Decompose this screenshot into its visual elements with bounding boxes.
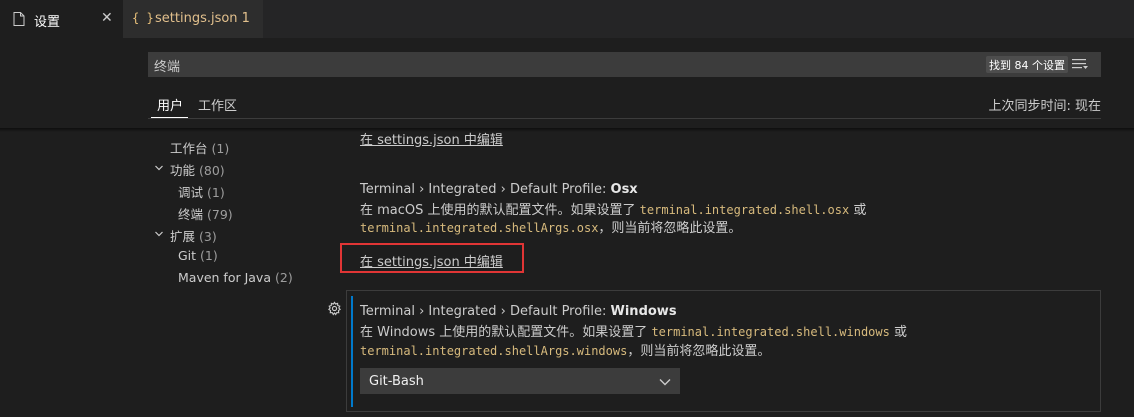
setting-description-windows-2: terminal.integrated.shellArgs.windows，则当… bbox=[360, 342, 770, 361]
toc-label: 调试 bbox=[178, 185, 204, 200]
toc-count: (1) bbox=[211, 141, 230, 156]
toc-item-workbench[interactable]: 工作台 (1) bbox=[170, 138, 229, 157]
close-icon[interactable]: ✕ bbox=[101, 10, 113, 26]
toc-count: (3) bbox=[199, 229, 217, 244]
description-text: 或 bbox=[889, 325, 907, 340]
toc-item-debug[interactable]: 调试 (1) bbox=[178, 182, 225, 201]
chevron-down-icon bbox=[659, 379, 671, 386]
tab-settings[interactable]: 设置 ✕ bbox=[0, 0, 123, 38]
toc-count: (80) bbox=[199, 163, 225, 178]
code-reference[interactable]: terminal.integrated.shellArgs.windows bbox=[360, 344, 627, 358]
setting-title-osx: Terminal › Integrated › Default Profile:… bbox=[360, 182, 638, 197]
search-result-count-badge: 找到 84 个设置 bbox=[986, 56, 1068, 73]
toc-label: 终端 bbox=[178, 207, 204, 222]
json-icon: { } bbox=[132, 11, 154, 25]
tab-settings-label: 设置 bbox=[34, 15, 61, 30]
setting-description-osx-2: terminal.integrated.shellArgs.osx，则当前将忽略… bbox=[360, 219, 741, 238]
toc-count: (2) bbox=[274, 270, 293, 285]
description-text: ，则当前将忽略此设置。 bbox=[627, 344, 771, 359]
toc-label: 扩展 bbox=[170, 229, 196, 244]
default-profile-windows-select[interactable]: Git-Bash bbox=[360, 368, 680, 394]
toc-item-git[interactable]: Git (1) bbox=[178, 248, 218, 263]
description-text: 在 Windows 上使用的默认配置文件。如果设置了 bbox=[360, 325, 652, 340]
setting-category: Terminal › Integrated › Default Profile: bbox=[360, 182, 611, 197]
tab-settings-json[interactable]: { } settings.json 1 bbox=[123, 0, 263, 38]
toc-item-terminal[interactable]: 终端 (79) bbox=[178, 204, 233, 223]
setting-description-osx: 在 macOS 上使用的默认配置文件。如果设置了 terminal.integr… bbox=[360, 201, 866, 220]
tab-settings-json-label: settings.json 1 bbox=[155, 11, 250, 26]
focus-indicator bbox=[351, 296, 353, 407]
setting-category: Terminal › Integrated › Default Profile: bbox=[360, 304, 611, 319]
code-reference[interactable]: terminal.integrated.shell.osx bbox=[640, 203, 850, 217]
toc-count: (79) bbox=[207, 207, 233, 222]
code-reference[interactable]: terminal.integrated.shellArgs.osx bbox=[360, 221, 598, 235]
tab-user[interactable]: 用户 bbox=[157, 95, 183, 114]
annotation-highlight-box bbox=[340, 243, 524, 273]
description-text: 或 bbox=[849, 203, 867, 218]
code-reference[interactable]: terminal.integrated.shell.windows bbox=[651, 325, 889, 339]
description-text: ，则当前将忽略此设置。 bbox=[598, 221, 742, 236]
sync-status: 上次同步时间: 现在 bbox=[988, 99, 1101, 114]
editor-tab-bar: 设置 ✕ { } settings.json 1 bbox=[0, 0, 1134, 38]
settings-search-input[interactable]: 终端 找到 84 个设置 bbox=[148, 52, 1101, 77]
chevron-down-icon[interactable] bbox=[154, 229, 164, 239]
toc-label: 工作台 bbox=[170, 141, 208, 156]
toc-label: Git bbox=[178, 248, 197, 263]
toc-item-features[interactable]: 功能 (80) bbox=[170, 160, 225, 179]
toc-item-extensions[interactable]: 扩展 (3) bbox=[170, 226, 217, 245]
chevron-down-icon[interactable] bbox=[154, 163, 164, 173]
header-shadow bbox=[0, 128, 1134, 132]
filter-icon[interactable] bbox=[1072, 58, 1088, 70]
toc-count: (1) bbox=[207, 185, 225, 200]
setting-description-windows: 在 Windows 上使用的默认配置文件。如果设置了 terminal.inte… bbox=[360, 323, 907, 342]
toc-label: 功能 bbox=[170, 163, 196, 178]
setting-title-windows: Terminal › Integrated › Default Profile:… bbox=[360, 304, 677, 319]
tab-workspace[interactable]: 工作区 bbox=[198, 95, 237, 114]
file-icon bbox=[13, 12, 25, 26]
setting-name: Osx bbox=[610, 182, 638, 197]
description-text: 在 macOS 上使用的默认配置文件。如果设置了 bbox=[360, 203, 640, 218]
select-value: Git-Bash bbox=[369, 374, 424, 389]
setting-name: Windows bbox=[610, 304, 677, 319]
toc-count: (1) bbox=[200, 248, 218, 263]
header-divider bbox=[148, 118, 1101, 119]
toc-item-maven[interactable]: Maven for Java (2) bbox=[178, 270, 293, 285]
search-value: 终端 bbox=[154, 60, 181, 75]
toc-label: Maven for Java bbox=[178, 270, 271, 285]
gear-icon[interactable] bbox=[327, 301, 342, 316]
edit-in-settings-json-link[interactable]: 在 settings.json 中编辑 bbox=[360, 129, 503, 148]
